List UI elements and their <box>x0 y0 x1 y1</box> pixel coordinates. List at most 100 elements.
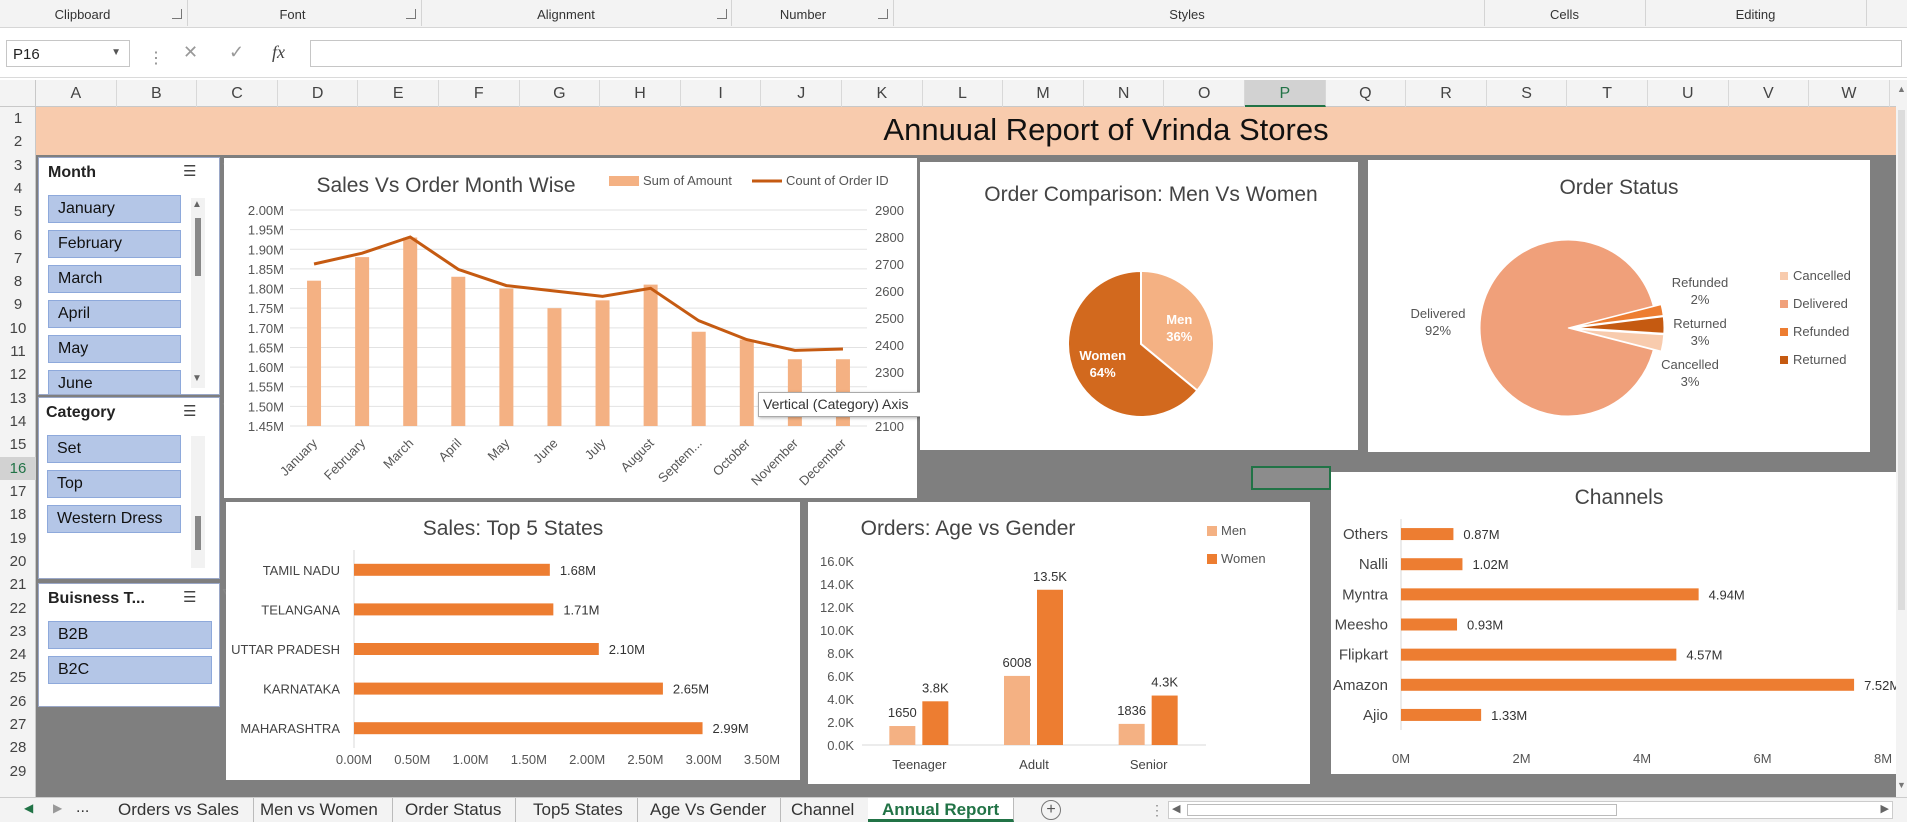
column-header-t[interactable]: T <box>1567 80 1648 107</box>
alignment-launcher-icon[interactable] <box>717 9 727 19</box>
row-header-15[interactable]: 15 <box>0 433 36 456</box>
sales-vs-order-chart[interactable]: Sales Vs Order Month Wise Sum of Amount … <box>224 158 917 498</box>
business-item-b2c[interactable]: B2C <box>48 656 212 684</box>
tab-prev-icon[interactable]: ◀ <box>24 801 33 815</box>
column-header-s[interactable]: S <box>1487 80 1568 107</box>
row-header-14[interactable]: 14 <box>0 410 36 433</box>
selected-cell[interactable] <box>1251 466 1331 490</box>
row-header-27[interactable]: 27 <box>0 713 36 736</box>
column-header-n[interactable]: N <box>1084 80 1165 107</box>
sheet-tab[interactable]: Annual Report <box>868 798 1015 822</box>
row-header-13[interactable]: 13 <box>0 387 36 410</box>
clipboard-launcher-icon[interactable] <box>172 9 182 19</box>
row-header-1[interactable]: 1 <box>0 107 36 130</box>
row-header-17[interactable]: 17 <box>0 480 36 503</box>
multi-select-icon[interactable]: ☰ <box>183 402 196 420</box>
splitter-icon[interactable]: ⋮ <box>1150 802 1164 819</box>
column-header-c[interactable]: C <box>197 80 278 107</box>
scroll-down-icon[interactable]: ▼ <box>1897 780 1906 790</box>
row-header-4[interactable]: 4 <box>0 177 36 200</box>
men-vs-women-chart[interactable]: Order Comparison: Men Vs Women Men 36% Wom… <box>920 162 1358 450</box>
row-header-21[interactable]: 21 <box>0 573 36 596</box>
column-header-m[interactable]: M <box>1003 80 1084 107</box>
column-header-r[interactable]: R <box>1406 80 1487 107</box>
category-slicer-scrollbar[interactable] <box>191 436 205 568</box>
scroll-right-icon[interactable]: ▶ <box>1881 802 1889 815</box>
scroll-down-icon[interactable]: ▼ <box>192 373 202 384</box>
row-header-8[interactable]: 8 <box>0 270 36 293</box>
top-states-chart[interactable]: Sales: Top 5 States 0.00M 0.50M 1.00M 1.50M… <box>226 502 800 780</box>
column-header-q[interactable]: Q <box>1326 80 1407 107</box>
row-header-18[interactable]: 18 <box>0 503 36 526</box>
scrollbar-thumb[interactable] <box>195 218 201 276</box>
month-item-january[interactable]: January <box>48 195 181 223</box>
select-all-corner[interactable] <box>0 80 36 107</box>
number-launcher-icon[interactable] <box>878 9 888 19</box>
multi-select-icon[interactable]: ☰ <box>183 588 196 606</box>
column-header-h[interactable]: H <box>600 80 681 107</box>
order-status-chart[interactable]: Order Status Delivered 92% Refunded 2% Retur… <box>1368 160 1870 452</box>
insert-function-button[interactable]: fx <box>272 42 285 63</box>
column-header-b[interactable]: B <box>117 80 198 107</box>
column-header-o[interactable]: O <box>1164 80 1245 107</box>
horizontal-scrollbar[interactable]: ◀ ▶ <box>1168 801 1893 819</box>
category-slicer[interactable]: Category ☰ ⛛ Set Top Western Dress <box>38 397 235 579</box>
column-header-f[interactable]: F <box>439 80 520 107</box>
scroll-up-icon[interactable]: ▲ <box>192 199 202 210</box>
column-header-j[interactable]: J <box>761 80 842 107</box>
age-vs-gender-chart[interactable]: Orders: Age vs Gender Men Women 16.0K 14.… <box>808 502 1310 784</box>
row-header-29[interactable]: 29 <box>0 760 36 783</box>
category-item-set[interactable]: Set <box>47 435 181 463</box>
column-header-p[interactable]: P <box>1245 80 1326 107</box>
sheet-tab[interactable]: Men vs Women <box>246 798 393 822</box>
row-header-19[interactable]: 19 <box>0 527 36 550</box>
column-header-u[interactable]: U <box>1648 80 1729 107</box>
row-header-28[interactable]: 28 <box>0 736 36 759</box>
month-item-february[interactable]: February <box>48 230 181 258</box>
column-header-e[interactable]: E <box>358 80 439 107</box>
column-header-i[interactable]: I <box>681 80 762 107</box>
enter-icon[interactable]: ✓ <box>229 42 244 63</box>
row-header-3[interactable]: 3 <box>0 154 36 177</box>
category-item-top[interactable]: Top <box>47 470 181 498</box>
sheet-tab[interactable]: Orders vs Sales <box>104 798 254 822</box>
scrollbar-thumb[interactable] <box>1187 804 1617 816</box>
row-header-22[interactable]: 22 <box>0 597 36 620</box>
tab-overflow[interactable]: ... <box>76 799 89 817</box>
row-header-23[interactable]: 23 <box>0 620 36 643</box>
vertical-scrollbar[interactable]: ▲ ▼ <box>1896 80 1907 797</box>
multi-select-icon[interactable]: ☰ <box>183 162 196 180</box>
row-header-5[interactable]: 5 <box>0 200 36 223</box>
column-header-l[interactable]: L <box>923 80 1004 107</box>
scrollbar-thumb[interactable] <box>1898 110 1905 610</box>
row-header-25[interactable]: 25 <box>0 666 36 689</box>
category-item-western-dress[interactable]: Western Dress <box>47 505 181 533</box>
sheet-tab[interactable]: Channel <box>777 798 870 822</box>
scroll-up-icon[interactable]: ▲ <box>1897 84 1906 94</box>
column-header-w[interactable]: W <box>1809 80 1890 107</box>
row-header-24[interactable]: 24 <box>0 643 36 666</box>
row-header-7[interactable]: 7 <box>0 247 36 270</box>
chevron-down-icon[interactable]: ▼ <box>111 47 121 58</box>
sheet-tab[interactable]: Top5 States <box>519 798 638 822</box>
sheet-tab[interactable]: Order Status <box>391 798 517 822</box>
row-header-6[interactable]: 6 <box>0 224 36 247</box>
row-header-2[interactable]: 2 <box>0 130 36 153</box>
name-box[interactable]: P16 ▼ <box>6 40 130 67</box>
column-header-a[interactable]: A <box>36 80 117 107</box>
add-sheet-button[interactable]: + <box>1041 800 1061 820</box>
row-header-9[interactable]: 9 <box>0 293 36 316</box>
column-header-g[interactable]: G <box>520 80 601 107</box>
business-type-slicer[interactable]: Buisness T... ☰ ⛛ B2B B2C <box>38 583 235 707</box>
month-item-june[interactable]: June <box>48 370 181 394</box>
sheet-tab[interactable]: Age Vs Gender <box>636 798 782 822</box>
month-item-april[interactable]: April <box>48 300 181 328</box>
business-item-b2b[interactable]: B2B <box>48 621 212 649</box>
month-item-march[interactable]: March <box>48 265 181 293</box>
column-header-v[interactable]: V <box>1729 80 1810 107</box>
scrollbar-thumb[interactable] <box>195 516 201 550</box>
month-slicer-scrollbar[interactable]: ▲ ▼ <box>191 198 205 388</box>
row-header-10[interactable]: 10 <box>0 317 36 340</box>
row-header-20[interactable]: 20 <box>0 550 36 573</box>
cancel-icon[interactable]: ✕ <box>183 42 198 63</box>
